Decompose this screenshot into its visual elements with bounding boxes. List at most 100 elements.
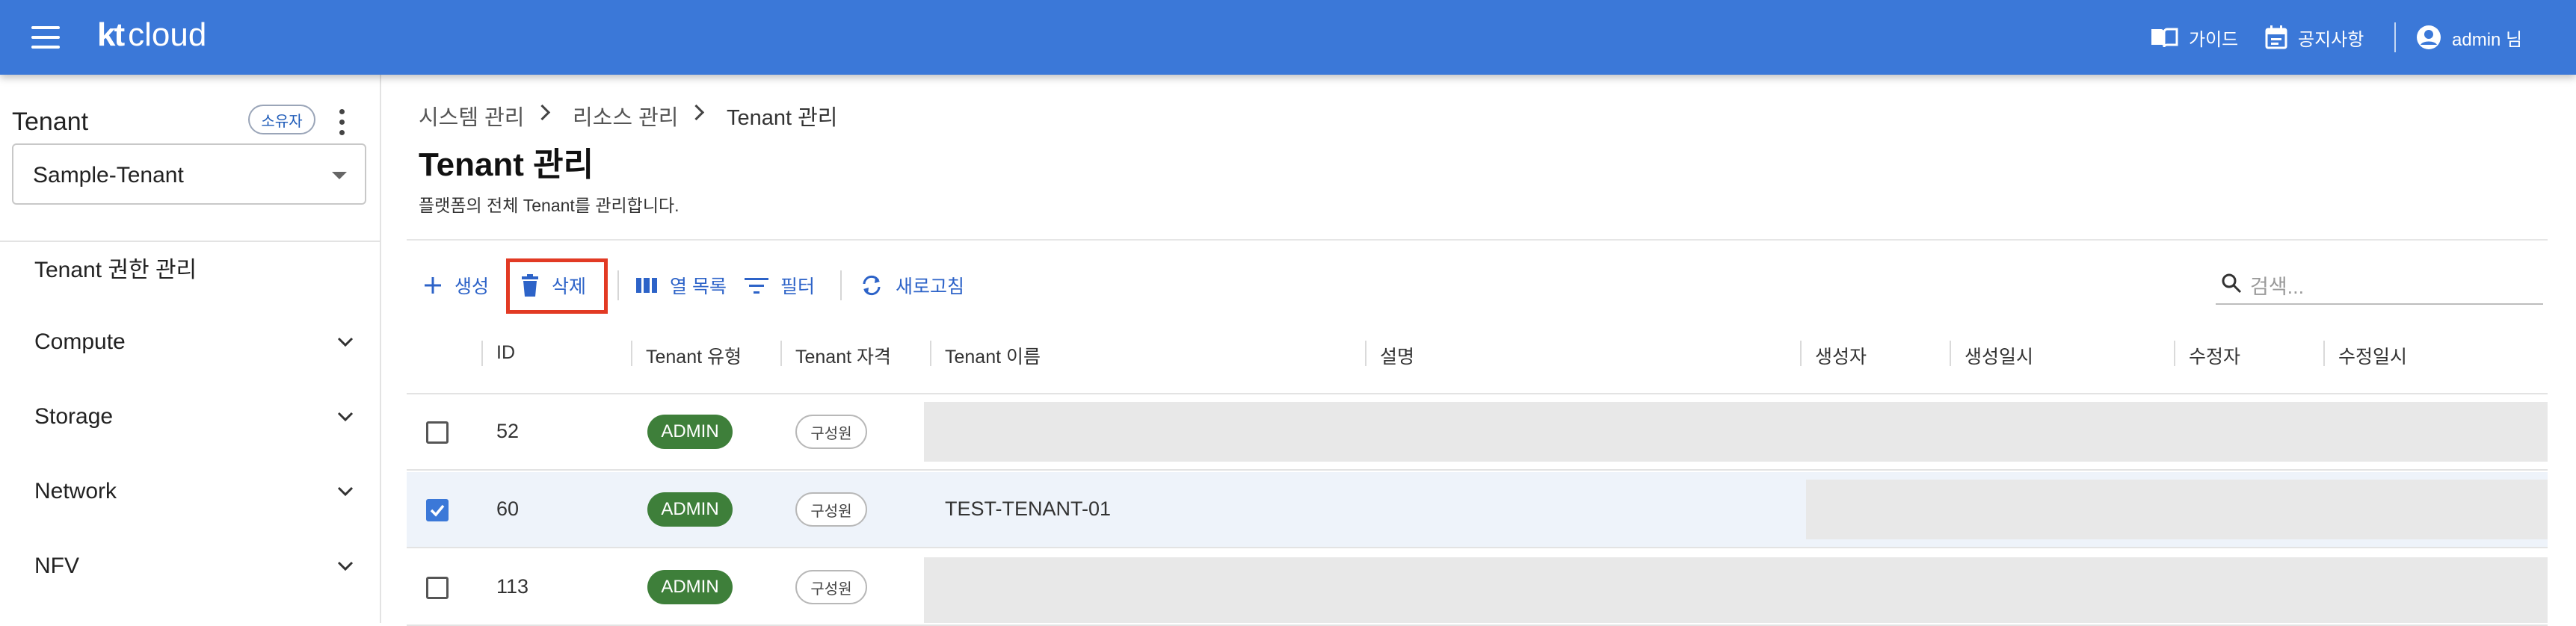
cell-id: 60 [496,498,520,520]
plus-icon [425,277,441,294]
header-divider [2394,22,2396,52]
column-divider[interactable] [481,341,483,366]
column-header-role[interactable]: Tenant 자격 [795,342,891,369]
book-icon [2151,28,2178,48]
filter-button[interactable]: 필터 [745,270,815,300]
role-chip: 구성원 [795,415,867,449]
refresh-label: 새로고침 [896,276,965,297]
redacted-cells [924,557,2548,623]
columns-label: 열 목록 [670,276,727,297]
chevron-down-icon [337,561,354,571]
create-label: 생성 [455,276,490,297]
breadcrumb-separator-icon [688,104,705,121]
more-vert-icon[interactable] [338,109,345,136]
column-header-description[interactable]: 설명 [1380,342,1414,369]
calendar-icon [2265,25,2287,49]
tenant-select[interactable]: Sample-Tenant [12,143,366,205]
toolbar-divider [617,270,619,300]
role-chip: 구성원 [795,492,867,527]
row-checkbox[interactable] [426,421,449,444]
sidebar-item-label: Tenant 권한 관리 [34,258,197,282]
breadcrumb-separator-icon [534,104,551,121]
role-chip: 구성원 [795,570,867,604]
logo-bold-text: kt [97,16,125,53]
tenant-select-value: Sample-Tenant [33,163,184,188]
search-icon [2222,273,2242,294]
check-icon [430,504,445,517]
breadcrumb-current: Tenant 관리 [727,106,838,130]
column-header-modifier[interactable]: 수정자 [2189,342,2240,369]
create-button[interactable]: 생성 [423,270,489,300]
chevron-down-icon [337,412,354,422]
table-row[interactable]: 113 ADMIN 구성원 [407,550,2548,626]
chevron-down-icon [337,486,354,497]
column-divider[interactable] [2174,341,2175,366]
sidebar-item-tenant-permission[interactable]: Tenant 권한 관리 [34,245,356,290]
kt-cloud-logo[interactable]: kt cloud [97,16,206,54]
cell-id: 113 [496,575,529,598]
logo-text: cloud [128,16,207,53]
column-divider[interactable] [1950,341,1951,366]
refresh-icon [863,275,881,296]
column-divider[interactable] [2323,341,2325,366]
column-divider[interactable] [1800,341,1802,366]
breadcrumb-resource[interactable]: 리소스 관리 [573,100,678,131]
page-title: Tenant 관리 [419,146,594,183]
type-chip: ADMIN [647,570,733,604]
sidebar-item-label: Compute [34,329,126,354]
filter-label: 필터 [780,276,816,297]
column-divider[interactable] [1365,341,1366,366]
column-divider[interactable] [631,341,632,366]
column-divider[interactable] [930,341,931,366]
redacted-cells [924,402,2548,462]
column-divider[interactable] [780,341,782,366]
refresh-button[interactable]: 새로고침 [860,270,964,300]
menu-icon[interactable] [31,26,61,49]
search-input[interactable]: 검색... [2216,264,2543,305]
cell-name: TEST-TENANT-01 [945,498,1112,520]
notice-label: 공지사항 [2298,29,2364,50]
delete-highlight-box [506,258,608,314]
column-header-modified-at[interactable]: 수정일시 [2338,342,2407,369]
guide-link[interactable]: 가이드 [2150,22,2238,52]
filter-icon [745,278,768,294]
view-column-icon [636,278,657,293]
user-label: admin 님 [2452,29,2523,50]
column-header-creator[interactable]: 생성자 [1815,342,1867,369]
column-header-name[interactable]: Tenant 이름 [945,342,1041,369]
sidebar-item-label: Storage [34,404,114,429]
sidebar: Tenant 소유자 Sample-Tenant Tenant 권한 관리 Co… [0,75,381,623]
caret-down-icon [332,172,347,179]
sidebar-item-storage[interactable]: Storage [34,394,356,439]
row-checkbox-checked[interactable] [426,499,449,521]
top-header: kt cloud 가이드 공지사항 admin 님 [0,0,2576,75]
owner-badge: 소유자 [248,105,315,134]
user-menu[interactable]: admin 님 [2416,22,2522,52]
account-icon [2417,25,2441,49]
sidebar-item-network[interactable]: Network [34,469,356,514]
redacted-cells [1806,480,2548,539]
cell-id: 52 [496,420,520,442]
toolbar-divider [840,270,842,300]
sidebar-item-compute[interactable]: Compute [34,320,356,365]
sidebar-divider [0,241,380,242]
table-row-selected[interactable]: 60 ADMIN 구성원 TEST-TENANT-01 [407,472,2548,548]
page-description: 플랫폼의 전체 Tenant를 관리합니다. [419,196,680,215]
sidebar-item-label: Network [34,479,117,503]
guide-label: 가이드 [2189,29,2239,50]
table-row[interactable]: 52 ADMIN 구성원 [407,394,2548,471]
section-divider [407,239,2548,241]
columns-button[interactable]: 열 목록 [635,270,727,300]
type-chip: ADMIN [647,415,733,449]
column-header-created-at[interactable]: 생성일시 [1965,342,2033,369]
column-header-id[interactable]: ID [496,342,515,364]
column-header-type[interactable]: Tenant 유형 [646,342,742,369]
sidebar-item-label: NFV [34,554,79,578]
sidebar-title: Tenant [12,108,89,136]
breadcrumb-system[interactable]: 시스템 관리 [419,100,524,131]
notice-link[interactable]: 공지사항 [2265,22,2364,52]
search-placeholder: 검색... [2250,276,2305,298]
row-checkbox[interactable] [426,577,449,599]
sidebar-item-nfv[interactable]: NFV [34,544,356,589]
type-chip: ADMIN [647,492,733,527]
